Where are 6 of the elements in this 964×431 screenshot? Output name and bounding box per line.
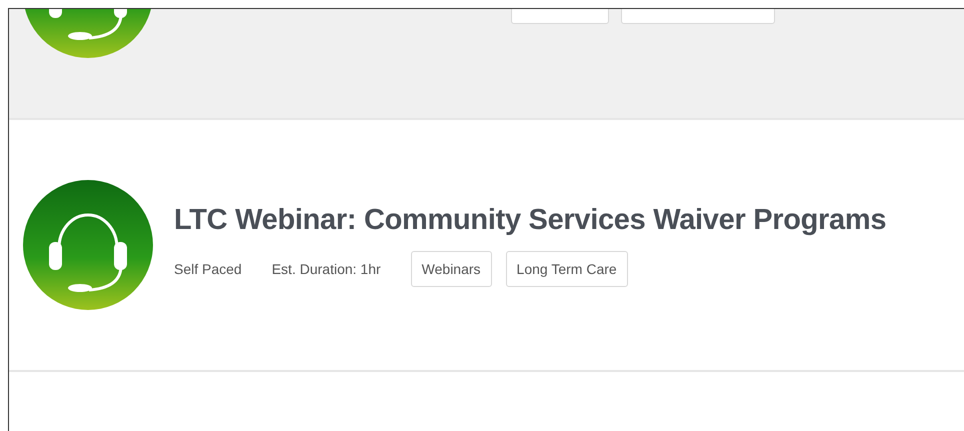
course-title[interactable]: LTC Webinar: Community Services Waiver Programs xyxy=(174,204,886,236)
duration-label: Est. Duration: 1hr xyxy=(272,260,381,276)
headset-icon xyxy=(23,180,153,310)
tag[interactable]: Long Term Care xyxy=(506,250,628,286)
pace-label: Self Paced xyxy=(174,260,242,276)
tag[interactable]: Webinars xyxy=(410,250,492,286)
